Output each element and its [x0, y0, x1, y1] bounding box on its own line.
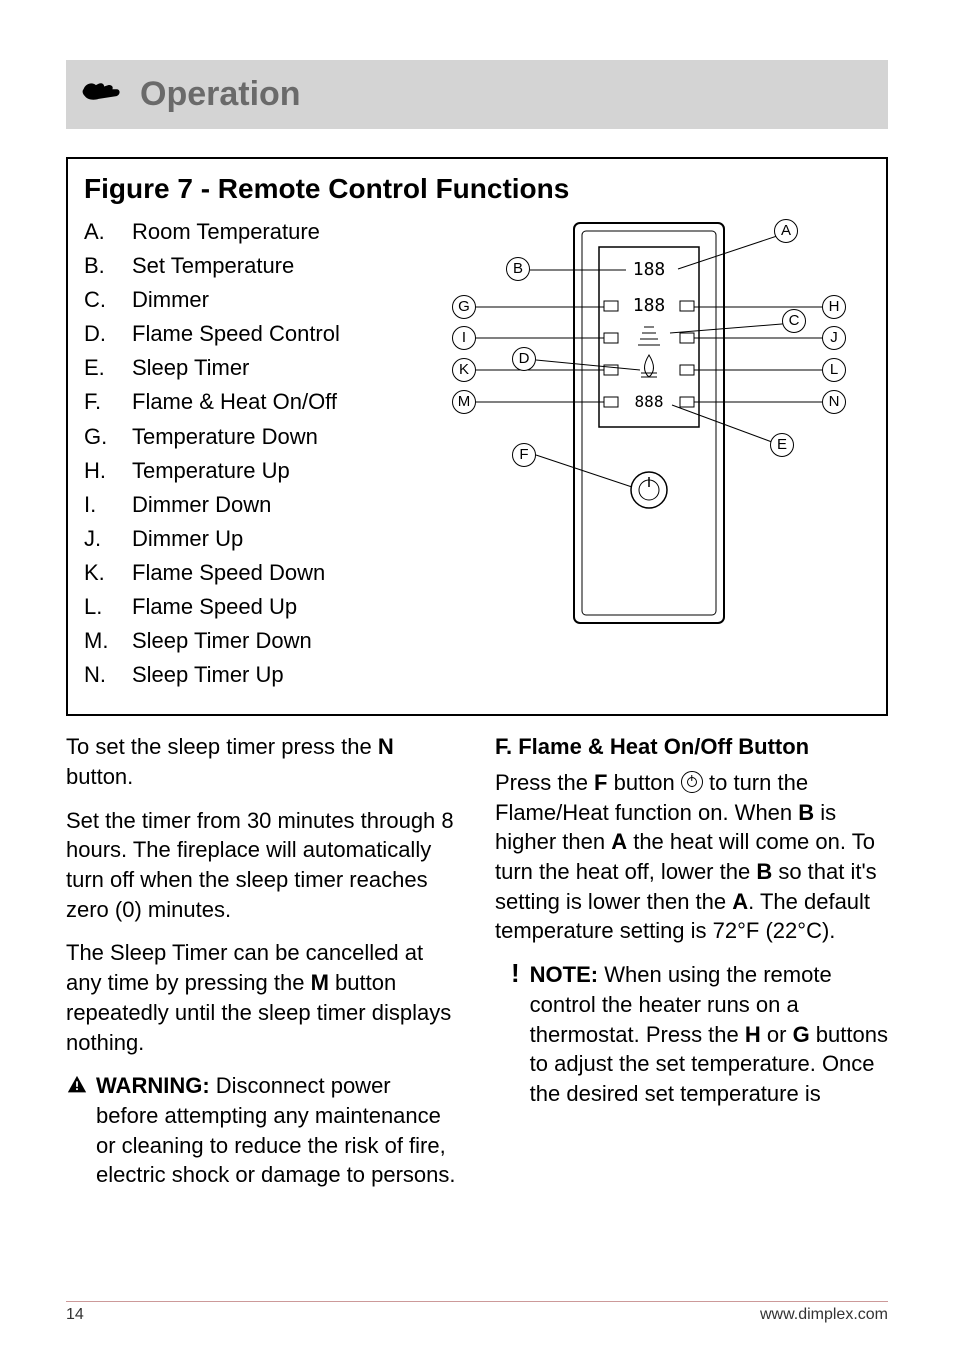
- legend-letter: I.: [84, 488, 110, 522]
- legend-item: C. Dimmer: [84, 283, 414, 317]
- remote-svg: 188 188: [434, 215, 864, 645]
- callout-G: G: [452, 295, 476, 319]
- legend-item: H. Temperature Up: [84, 454, 414, 488]
- footer-url: www.dimplex.com: [760, 1306, 888, 1324]
- sleep-timer-set-paragraph: To set the sleep timer press the N butto…: [66, 732, 459, 791]
- legend-text: Sleep Timer Up: [132, 658, 284, 692]
- legend-item: K. Flame Speed Down: [84, 556, 414, 590]
- legend-item: L. Flame Speed Up: [84, 590, 414, 624]
- section-header: Operation: [66, 60, 888, 129]
- legend-item: F. Flame & Heat On/Off: [84, 385, 414, 419]
- legend-item: N. Sleep Timer Up: [84, 658, 414, 692]
- legend-item: B. Set Temperature: [84, 249, 414, 283]
- legend-letter: J.: [84, 522, 110, 556]
- legend-item: M. Sleep Timer Down: [84, 624, 414, 658]
- page-number: 14: [66, 1306, 84, 1324]
- legend-text: Flame & Heat On/Off: [132, 385, 337, 419]
- legend-letter: E.: [84, 351, 110, 385]
- remote-diagram: 188 188: [434, 215, 870, 692]
- callout-D: D: [512, 347, 536, 371]
- legend-text: Sleep Timer: [132, 351, 249, 385]
- callout-H: H: [822, 295, 846, 319]
- pointing-hand-icon: [78, 74, 122, 115]
- legend-letter: C.: [84, 283, 110, 317]
- legend-text: Flame Speed Control: [132, 317, 340, 351]
- callout-F: F: [512, 443, 536, 467]
- svg-text:888: 888: [635, 392, 664, 411]
- legend-letter: M.: [84, 624, 110, 658]
- section-title: Operation: [140, 75, 301, 114]
- legend-letter: H.: [84, 454, 110, 488]
- callout-K: K: [452, 358, 476, 382]
- callout-I: I: [452, 326, 476, 350]
- legend-text: Temperature Down: [132, 420, 318, 454]
- legend-item: E. Sleep Timer: [84, 351, 414, 385]
- callout-E: E: [770, 433, 794, 457]
- legend-item: G. Temperature Down: [84, 420, 414, 454]
- svg-text:188: 188: [633, 295, 666, 316]
- figure-legend: A. Room Temperature B. Set Temperature C. Dim…: [84, 215, 414, 692]
- warning-block: WARNING: Disconnect power before attempt…: [66, 1071, 459, 1190]
- warning-label: WARNING:: [96, 1073, 210, 1098]
- legend-text: Flame Speed Up: [132, 590, 297, 624]
- legend-letter: G.: [84, 420, 110, 454]
- figure-title: Figure 7 - Remote Control Functions: [84, 173, 870, 205]
- sleep-timer-range-paragraph: Set the timer from 30 minutes through 8 …: [66, 806, 459, 925]
- legend-letter: L.: [84, 590, 110, 624]
- note-icon: !: [511, 960, 520, 986]
- flame-heat-paragraph: Press the F button to turn the Flame/Hea…: [495, 768, 888, 946]
- callout-N: N: [822, 390, 846, 414]
- legend-text: Dimmer: [132, 283, 209, 317]
- legend-letter: B.: [84, 249, 110, 283]
- callout-L: L: [822, 358, 846, 382]
- note-label: NOTE:: [530, 962, 598, 987]
- legend-text: Temperature Up: [132, 454, 290, 488]
- callout-C: C: [782, 309, 806, 333]
- legend-letter: D.: [84, 317, 110, 351]
- legend-text: Flame Speed Down: [132, 556, 325, 590]
- callout-B: B: [506, 257, 530, 281]
- legend-item: A. Room Temperature: [84, 215, 414, 249]
- legend-text: Dimmer Down: [132, 488, 271, 522]
- warning-icon: [66, 1074, 88, 1096]
- note-block: ! NOTE: When using the remote control th…: [495, 960, 888, 1108]
- section-f-heading: F. Flame & Heat On/Off Button: [495, 732, 888, 762]
- legend-item: I. Dimmer Down: [84, 488, 414, 522]
- legend-text: Sleep Timer Down: [132, 624, 312, 658]
- legend-text: Room Temperature: [132, 215, 320, 249]
- legend-text: Set Temperature: [132, 249, 294, 283]
- sleep-timer-cancel-paragraph: The Sleep Timer can be cancelled at any …: [66, 938, 459, 1057]
- callout-J: J: [822, 326, 846, 350]
- power-icon: [681, 771, 703, 793]
- page-footer: 14 www.dimplex.com: [66, 1301, 888, 1324]
- lcd-top: 188: [633, 259, 666, 280]
- right-column: F. Flame & Heat On/Off Button Press the …: [495, 732, 888, 1190]
- callout-M: M: [452, 390, 476, 414]
- legend-item: D. Flame Speed Control: [84, 317, 414, 351]
- callout-A: A: [774, 219, 798, 243]
- legend-text: Dimmer Up: [132, 522, 243, 556]
- legend-item: J. Dimmer Up: [84, 522, 414, 556]
- legend-letter: N.: [84, 658, 110, 692]
- legend-letter: K.: [84, 556, 110, 590]
- legend-letter: A.: [84, 215, 110, 249]
- legend-letter: F.: [84, 385, 110, 419]
- left-column: To set the sleep timer press the N butto…: [66, 732, 459, 1190]
- figure-7-box: Figure 7 - Remote Control Functions A. Ro…: [66, 157, 888, 716]
